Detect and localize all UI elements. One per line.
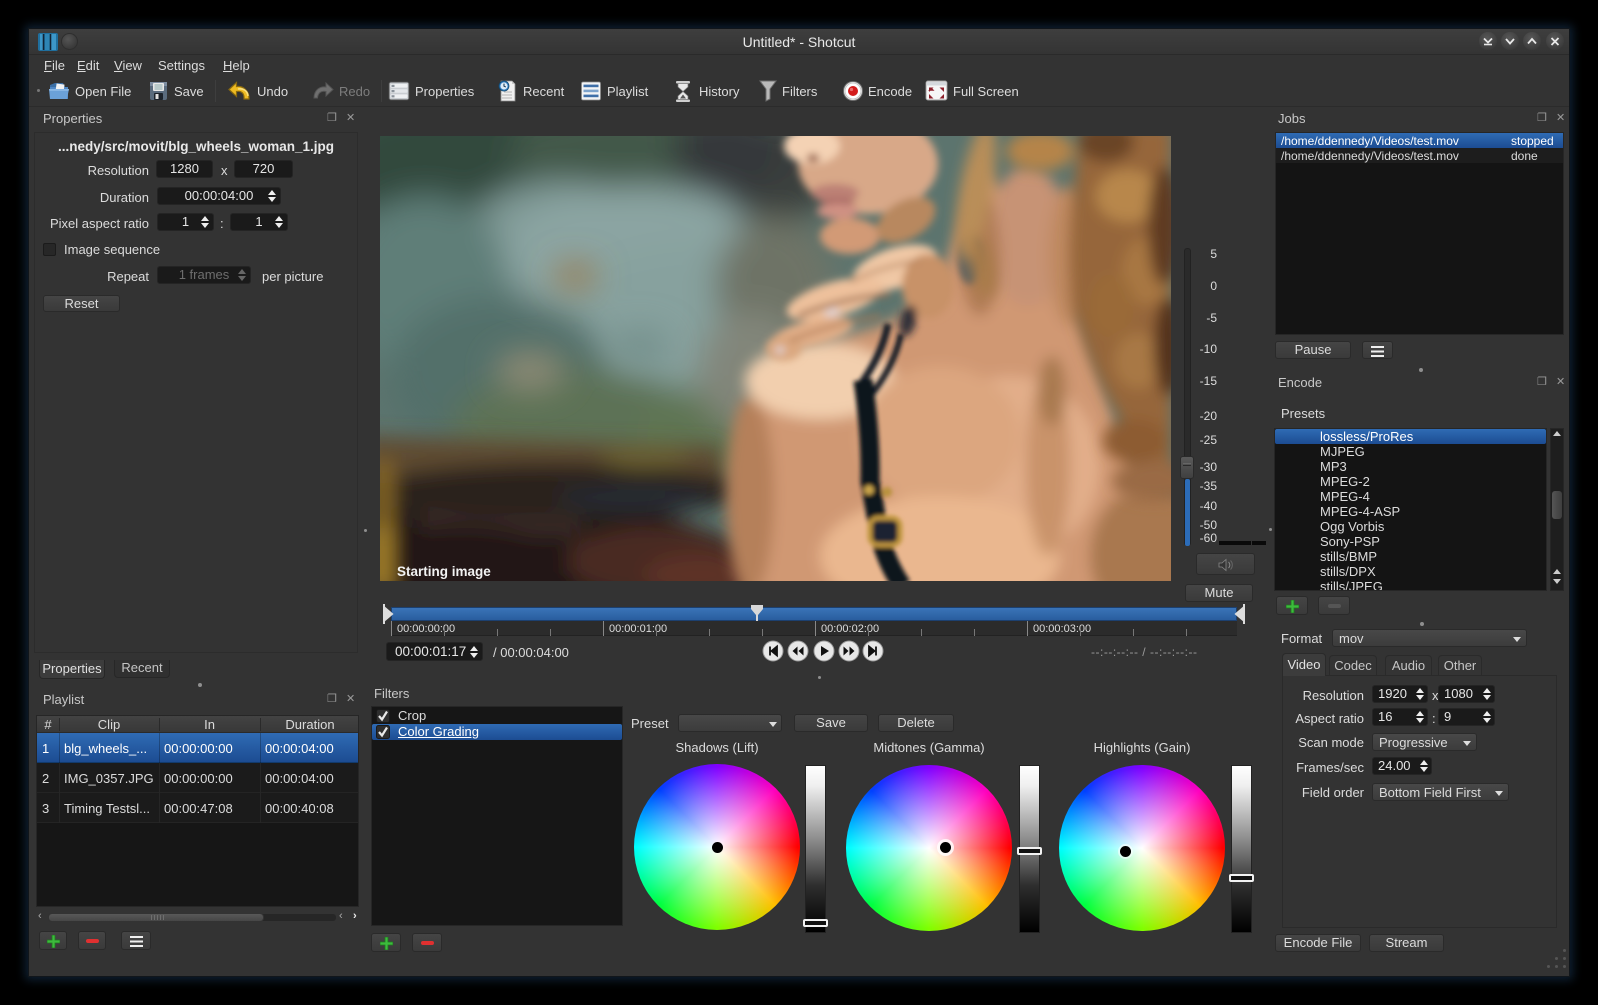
svg-text:Starting image: Starting image xyxy=(397,564,491,579)
